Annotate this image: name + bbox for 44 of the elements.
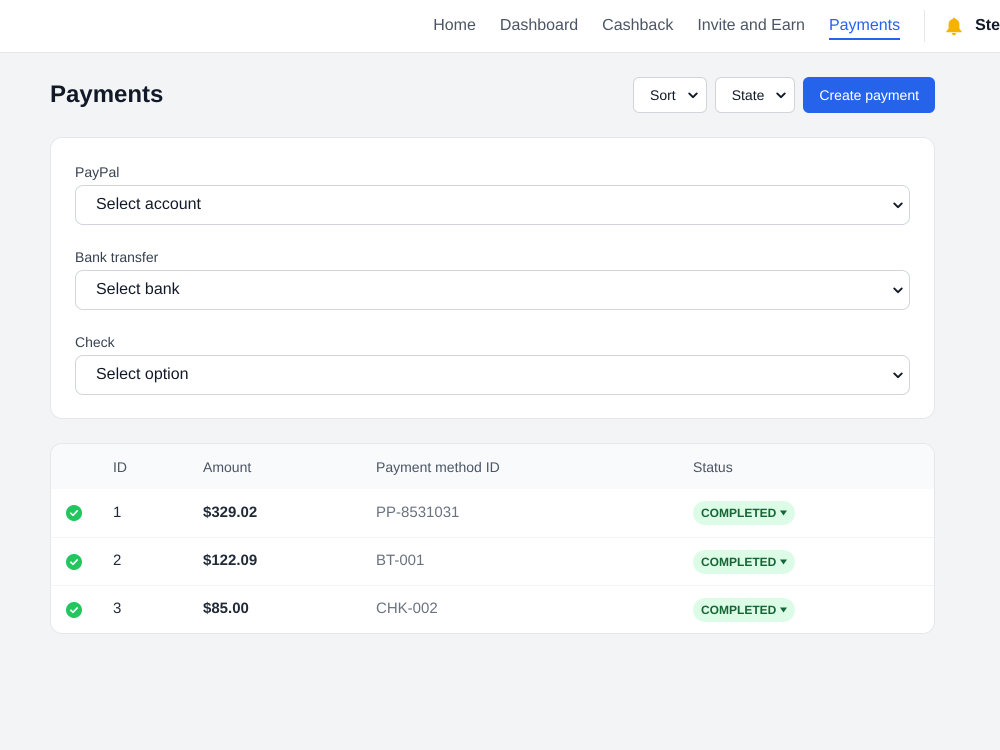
- bell-icon[interactable]: [945, 16, 964, 36]
- caret-down-icon: [780, 606, 788, 612]
- user-name[interactable]: Ste: [975, 14, 1000, 38]
- page-title: Payments: [50, 80, 164, 110]
- status-dropdown[interactable]: COMPLETED: [693, 550, 796, 574]
- create-payment-button[interactable]: Create payment: [803, 77, 935, 113]
- filter-dropdown[interactable]: State: [714, 77, 796, 113]
- table-cell: $329.02: [203, 504, 258, 521]
- table-cell: CHK-002: [376, 600, 438, 618]
- chevron-down-icon: [776, 92, 786, 98]
- caret-down-icon: [780, 510, 788, 516]
- field-label: Check: [75, 333, 116, 352]
- nav-link[interactable]: Dashboard: [500, 12, 578, 40]
- field-label: Bank transfer: [75, 248, 160, 267]
- table-cell: 3: [113, 600, 122, 618]
- caret-down-icon: [780, 558, 788, 564]
- chevron-down-icon: [893, 372, 903, 378]
- select-field[interactable]: Select option: [75, 355, 910, 395]
- select-field[interactable]: Select account: [75, 185, 910, 225]
- column-header: Amount: [203, 458, 252, 474]
- check-circle-icon: [66, 602, 82, 618]
- nav-link[interactable]: Invite and Earn: [697, 12, 805, 40]
- filter-dropdown[interactable]: Sort: [633, 77, 707, 113]
- chevron-down-icon: [893, 202, 903, 208]
- check-circle-icon: [66, 554, 82, 570]
- column-header: Payment method ID: [376, 458, 500, 474]
- check-circle-icon: [66, 505, 82, 521]
- table-cell: 2: [113, 552, 122, 570]
- status-dropdown[interactable]: COMPLETED: [693, 501, 796, 525]
- column-header: ID: [113, 458, 127, 474]
- chevron-down-icon: [688, 92, 698, 98]
- table-cell: BT-001: [376, 552, 424, 570]
- select-field[interactable]: Select bank: [75, 270, 910, 310]
- table-cell: PP-8531031: [376, 504, 460, 521]
- table-cell: $85.00: [203, 600, 249, 618]
- chevron-down-icon: [893, 286, 903, 294]
- column-header: Status: [693, 458, 733, 474]
- nav-link[interactable]: Cashback: [602, 12, 674, 40]
- status-dropdown[interactable]: COMPLETED: [693, 598, 796, 622]
- field-label: PayPal: [75, 163, 120, 182]
- nav-link[interactable]: Home: [433, 12, 476, 40]
- nav-link[interactable]: Payments: [828, 12, 900, 40]
- table-cell: 1: [113, 504, 122, 521]
- table-cell: $122.09: [203, 552, 258, 570]
